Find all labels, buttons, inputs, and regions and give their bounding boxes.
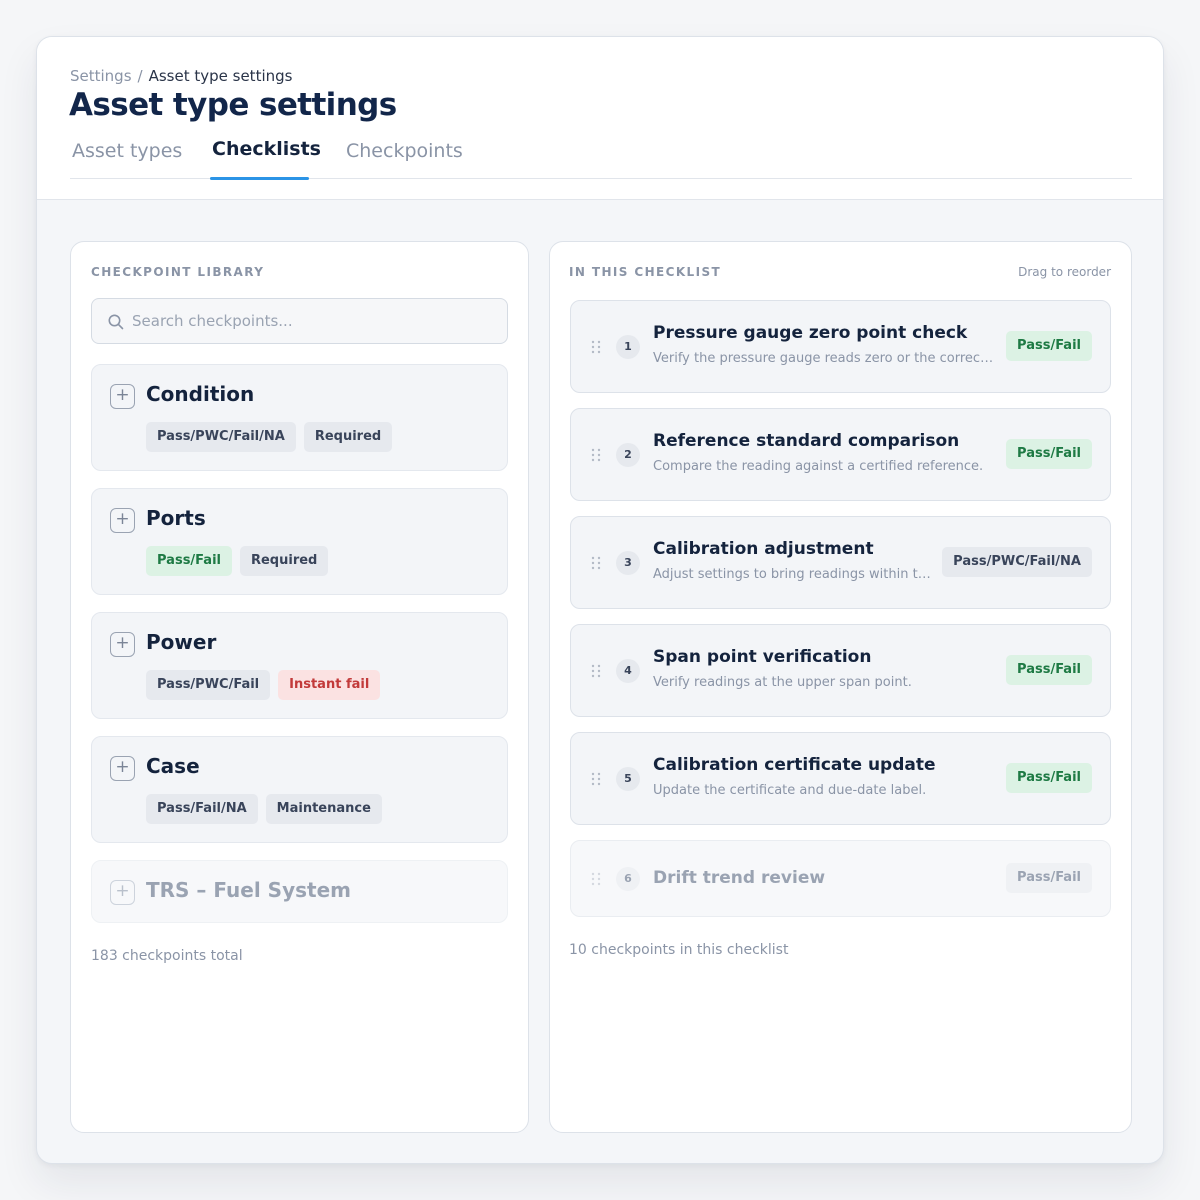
tag-group: Pass/PWC/Fail Instant fail (146, 670, 381, 700)
tag: Pass/Fail/NA (146, 794, 258, 824)
library-item-case[interactable]: + Case Pass/Fail/NA Maintenance (91, 736, 508, 843)
tag-group: Pass/PWC/Fail/NA Required (146, 422, 393, 452)
drag-handle-icon[interactable] (591, 664, 601, 678)
search-field[interactable] (91, 298, 508, 344)
result-type-tag: Pass/PWC/Fail/NA (942, 547, 1092, 577)
checkpoint-library-panel: CHECKPOINT LIBRARY + Condition Pass/PWC/… (70, 241, 529, 1133)
checklist-item-title: Pressure gauge zero point check (653, 323, 968, 343)
checklist-count: 10 checkpoints in this checklist (569, 942, 789, 958)
add-plus-icon[interactable]: + (110, 632, 135, 657)
checklist-item[interactable]: 2 Reference standard comparison Compare … (570, 408, 1111, 501)
checklist-item-title: Span point verification (653, 647, 872, 667)
checklist-item[interactable]: 1 Pressure gauge zero point check Verify… (570, 300, 1111, 393)
checklist-item[interactable]: 6 Drift trend review Pass/Fail (570, 840, 1111, 917)
breadcrumb: Settings / Asset type settings (70, 67, 292, 85)
drag-handle-icon[interactable] (591, 872, 601, 886)
order-number: 2 (616, 443, 640, 467)
order-number: 5 (616, 767, 640, 791)
tag: Required (239, 546, 329, 576)
tag: Instant fail (278, 670, 381, 700)
checklist-item-description: Update the certificate and due-date labe… (653, 783, 927, 798)
page-header: Settings / Asset type settings Asset type … (37, 37, 1163, 200)
order-number: 4 (616, 659, 640, 683)
library-item-trs-fuel-system[interactable]: + TRS – Fuel System (91, 860, 508, 923)
search-input[interactable] (132, 299, 492, 343)
tab-checklists[interactable]: Checklists (210, 135, 321, 180)
tag: Pass/PWC/Fail (146, 670, 271, 700)
search-icon (108, 314, 124, 330)
checklist-panel: IN THIS CHECKLIST Drag to reorder 1 Pres… (549, 241, 1132, 1133)
tab-label: Checkpoints (346, 140, 463, 162)
result-type-tag: Pass/Fail (1006, 763, 1092, 793)
library-item-power[interactable]: + Power Pass/PWC/Fail Instant fail (91, 612, 508, 719)
result-type-tag: Pass/Fail (1006, 331, 1092, 361)
checklist-item-title: Calibration certificate update (653, 755, 936, 775)
add-plus-icon[interactable]: + (110, 384, 135, 409)
add-plus-icon[interactable]: + (110, 880, 135, 905)
result-type-tag: Pass/Fail (1006, 655, 1092, 685)
tab-label: Checklists (212, 138, 321, 160)
checklist-item-description: Adjust settings to bring readings within… (653, 567, 935, 582)
page-title: Asset type settings (69, 87, 397, 123)
library-heading: CHECKPOINT LIBRARY (91, 265, 265, 279)
checklist-item[interactable]: 3 Calibration adjustment Adjust settings… (570, 516, 1111, 609)
checklist-item-title: Drift trend review (653, 868, 826, 888)
tag: Maintenance (265, 794, 382, 824)
tag-group: Pass/Fail/NA Maintenance (146, 794, 382, 824)
checklist-item-description: Compare the reading against a certified … (653, 459, 984, 474)
tag-group: Pass/Fail Required (146, 546, 329, 576)
tag: Pass/Fail (146, 546, 232, 576)
tab-checkpoints[interactable]: Checkpoints (344, 135, 463, 179)
add-plus-icon[interactable]: + (110, 756, 135, 781)
library-item-title: Ports (146, 506, 206, 530)
breadcrumb-settings-link[interactable]: Settings (70, 67, 132, 85)
checklist-item-description: Verify readings at the upper span point. (653, 675, 912, 690)
tag: Pass/PWC/Fail/NA (146, 422, 296, 452)
checklist-item-title: Reference standard comparison (653, 431, 960, 451)
order-number: 6 (616, 867, 640, 891)
tab-asset-types[interactable]: Asset types (70, 135, 182, 179)
checklist-item-title: Calibration adjustment (653, 539, 874, 559)
library-count: 183 checkpoints total (91, 948, 243, 964)
checklist-heading: IN THIS CHECKLIST (569, 265, 722, 279)
drag-hint: Drag to reorder (1018, 265, 1111, 279)
library-item-title: Case (146, 754, 200, 778)
drag-handle-icon[interactable] (591, 448, 601, 462)
library-item-title: Condition (146, 382, 255, 406)
library-item-title: Power (146, 630, 217, 654)
checklist-item[interactable]: 5 Calibration certificate update Update … (570, 732, 1111, 825)
tag: Required (303, 422, 393, 452)
checklist-item[interactable]: 4 Span point verification Verify reading… (570, 624, 1111, 717)
library-item-title: TRS – Fuel System (146, 878, 351, 902)
tab-label: Asset types (72, 140, 183, 162)
tab-bar: Asset types Checklists Checkpoints (70, 135, 1132, 180)
add-plus-icon[interactable]: + (110, 508, 135, 533)
settings-card: Settings / Asset type settings Asset type … (36, 36, 1164, 1164)
result-type-tag: Pass/Fail (1006, 863, 1092, 893)
order-number: 1 (616, 335, 640, 359)
drag-handle-icon[interactable] (591, 556, 601, 570)
result-type-tag: Pass/Fail (1006, 439, 1092, 469)
breadcrumb-separator: / (137, 67, 143, 85)
breadcrumb-current: Asset type settings (148, 67, 293, 85)
library-item-ports[interactable]: + Ports Pass/Fail Required (91, 488, 508, 595)
drag-handle-icon[interactable] (591, 772, 601, 786)
order-number: 3 (616, 551, 640, 575)
drag-handle-icon[interactable] (591, 340, 601, 354)
checklist-item-description: Verify the pressure gauge reads zero or … (653, 351, 998, 366)
library-item-condition[interactable]: + Condition Pass/PWC/Fail/NA Required (91, 364, 508, 471)
